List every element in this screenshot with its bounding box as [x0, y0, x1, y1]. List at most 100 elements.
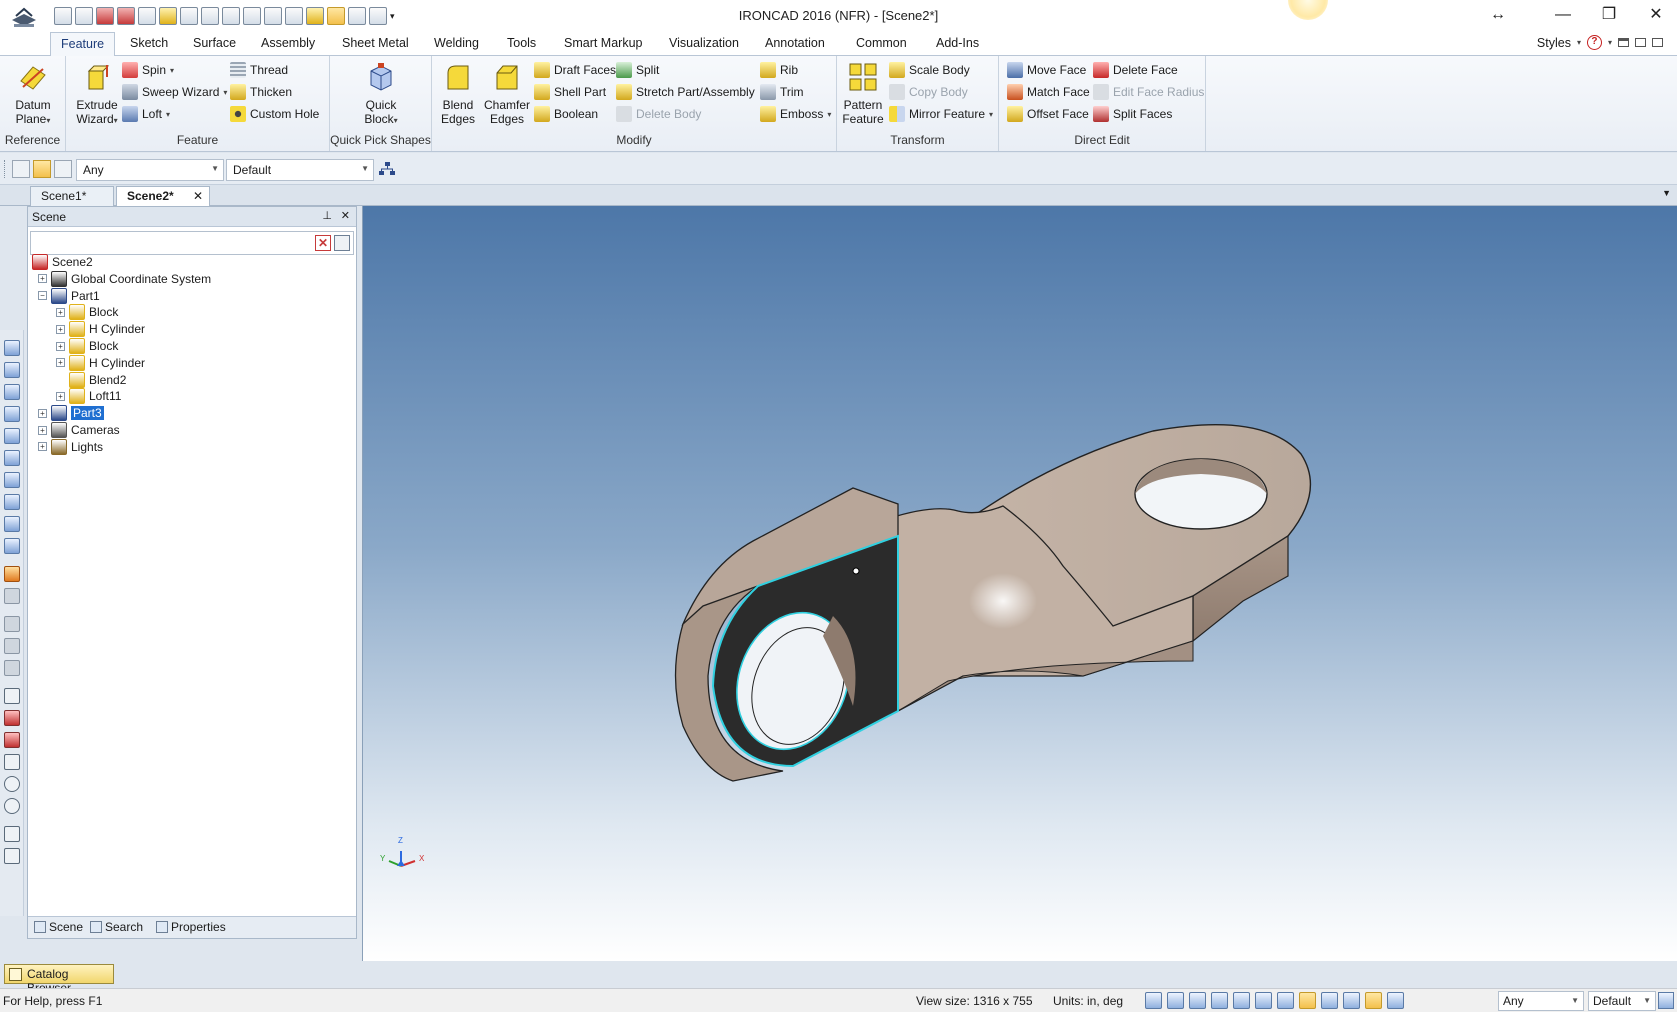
walk-icon[interactable] [1277, 992, 1294, 1009]
expand-toggle-icon[interactable]: + [56, 307, 65, 317]
bar-tool-icon[interactable] [4, 848, 20, 864]
view-back-icon[interactable] [4, 428, 20, 444]
measure-icon[interactable] [4, 688, 20, 704]
split-button[interactable]: Split [616, 61, 659, 79]
pattern-feature-button[interactable]: Pattern Feature [841, 61, 885, 126]
tree-node[interactable]: + Part3 [38, 404, 104, 422]
tree-node[interactable]: + Block [56, 337, 118, 355]
tree-node[interactable]: + Global Coordinate System [38, 270, 211, 288]
box-select-icon[interactable] [54, 160, 72, 178]
orbit-icon[interactable] [1211, 992, 1228, 1009]
view-wireframe-icon[interactable] [4, 516, 20, 532]
angle-icon[interactable] [4, 754, 20, 770]
expand-toggle-icon[interactable]: + [38, 442, 47, 452]
maximize-button[interactable]: ❐ [1589, 4, 1629, 26]
styles-menu[interactable]: Styles [1537, 36, 1571, 50]
scene-search-input[interactable]: ✕ [30, 231, 354, 255]
minimize-button[interactable]: — [1543, 4, 1583, 26]
close-button[interactable]: ✕ [1636, 4, 1676, 26]
delete-body-button[interactable]: Delete Body [616, 105, 701, 123]
layer2-icon[interactable] [4, 638, 20, 654]
render-icon[interactable] [4, 566, 20, 582]
view-bottom-icon[interactable] [4, 450, 20, 466]
blend-edges-button[interactable]: Blend Edges [436, 61, 480, 126]
smart-select-icon[interactable] [12, 160, 30, 178]
trim-button[interactable]: Trim [760, 83, 804, 101]
move-face-button[interactable]: Move Face [1007, 61, 1086, 79]
select-pointer-icon[interactable] [1365, 992, 1382, 1009]
ribbon-restore-icon[interactable] [1635, 38, 1646, 47]
help-chevron-icon[interactable]: ▾ [1608, 38, 1612, 47]
pan-icon[interactable] [1233, 992, 1250, 1009]
emboss-button[interactable]: Emboss ▾ [760, 105, 831, 123]
expand-toggle-icon[interactable]: + [56, 391, 65, 401]
fit-view-icon[interactable] [1189, 992, 1206, 1009]
triball2-icon[interactable] [4, 732, 20, 748]
loft-button[interactable]: Loft ▾ [122, 105, 170, 123]
status-filter-dropdown[interactable]: Any ▼ [1498, 991, 1584, 1011]
catalog-browser-button[interactable]: Catalog Browser [4, 964, 114, 995]
layer3-icon[interactable] [4, 660, 20, 676]
filter-icon[interactable] [1343, 992, 1360, 1009]
tab-feature[interactable]: Feature [50, 32, 116, 57]
footer-tab-search[interactable]: Search [90, 920, 143, 934]
delete-face-button[interactable]: Delete Face [1093, 61, 1178, 79]
select-filter-dropdown[interactable]: Any ▼ [76, 159, 224, 181]
tab-list-chevron-icon[interactable]: ▼ [1662, 188, 1671, 198]
tab-add-ins[interactable]: Add-Ins [936, 36, 979, 50]
zoom-window-icon[interactable] [1167, 992, 1184, 1009]
shell-part-button[interactable]: Shell Part [534, 83, 606, 101]
tree-node[interactable]: + Loft11 [56, 387, 121, 405]
custom-hole-button[interactable]: Custom Hole [230, 105, 319, 123]
clear-search-icon[interactable]: ✕ [315, 235, 331, 251]
chamfer-edges-button[interactable]: Chamfer Edges [482, 61, 532, 126]
expand-toggle-icon[interactable]: + [56, 358, 65, 368]
tab-sheet-metal[interactable]: Sheet Metal [342, 36, 409, 50]
tab-surface[interactable]: Surface [193, 36, 236, 50]
match-face-button[interactable]: Match Face [1007, 83, 1090, 101]
scale-body-button[interactable]: Scale Body [889, 61, 970, 79]
tab-tools[interactable]: Tools [507, 36, 536, 50]
expand-toggle-icon[interactable]: + [38, 425, 47, 435]
split-faces-button[interactable]: Split Faces [1093, 105, 1172, 123]
view-front-icon[interactable] [4, 362, 20, 378]
tab-sketch[interactable]: Sketch [130, 36, 168, 50]
footer-tab-scene[interactable]: Scene [34, 920, 83, 934]
part-model[interactable] [363, 206, 1677, 961]
edit-face-radius-button[interactable]: Edit Face Radius [1093, 83, 1204, 101]
view-shaded-icon[interactable] [4, 494, 20, 510]
layer-icon[interactable] [4, 616, 20, 632]
spin-button[interactable]: Spin ▾ [122, 61, 174, 79]
close-panel-icon[interactable]: ✕ [341, 209, 350, 222]
view-top-icon[interactable] [4, 384, 20, 400]
pointer-select-icon[interactable] [33, 160, 51, 178]
tree-node[interactable]: + Cameras [38, 421, 120, 439]
tree-node[interactable]: Blend2 [56, 371, 126, 389]
extrude-wizard-button[interactable]: Extrude Wizard▾ [70, 61, 124, 128]
mirror-feature-button[interactable]: Mirror Feature ▾ [889, 105, 993, 123]
camera-icon[interactable] [1321, 992, 1338, 1009]
view-hidden-icon[interactable] [4, 538, 20, 554]
expand-toggle-icon[interactable]: + [56, 341, 65, 351]
circle-tool-icon[interactable] [4, 776, 20, 792]
quick-block-button[interactable]: Quick Block▾ [354, 61, 408, 128]
thread-button[interactable]: Thread [230, 61, 288, 79]
selection-handle[interactable] [852, 567, 860, 575]
styles-chevron-icon[interactable]: ▾ [1577, 38, 1581, 47]
sweep-wizard-button[interactable]: Sweep Wizard ▾ [122, 83, 227, 101]
doc-tab-scene2[interactable]: Scene2* ✕ [116, 186, 210, 206]
tree-node[interactable]: + H Cylinder [56, 320, 145, 338]
tree-node[interactable]: − Part1 [38, 287, 100, 305]
expand-toggle-icon[interactable]: + [56, 324, 65, 334]
zoom-icon[interactable] [1145, 992, 1162, 1009]
view-left-icon[interactable] [4, 472, 20, 488]
look-at-icon[interactable] [1255, 992, 1272, 1009]
tree-node[interactable]: + Lights [38, 438, 103, 456]
ribbon-close-icon[interactable] [1652, 38, 1663, 47]
expand-toggle-icon[interactable]: + [38, 274, 47, 284]
view-iso-icon[interactable] [4, 340, 20, 356]
datum-plane-button[interactable]: Datum Plane▾ [6, 61, 60, 128]
footer-tab-properties[interactable]: Properties [156, 920, 226, 934]
thicken-button[interactable]: Thicken [230, 83, 292, 101]
shade-mode-icon[interactable] [1299, 992, 1316, 1009]
